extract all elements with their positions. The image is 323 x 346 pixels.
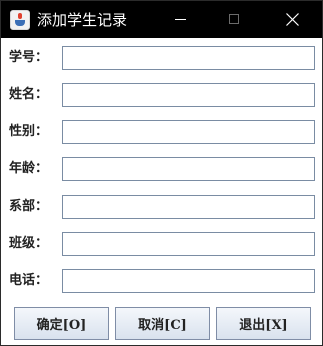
- age-field[interactable]: [62, 157, 315, 181]
- student-id-label: 学号：: [9, 50, 49, 65]
- form-row-age: 年龄：: [1, 157, 322, 181]
- minimize-button[interactable]: [156, 1, 204, 38]
- minimize-icon: [175, 19, 186, 20]
- form-row-student-id: 学号：: [1, 46, 322, 70]
- title-bar[interactable]: 添加学生记录: [1, 1, 322, 38]
- ok-button[interactable]: 确定[O]: [14, 307, 109, 340]
- close-button[interactable]: [268, 1, 316, 38]
- age-label: 年龄：: [9, 161, 49, 176]
- name-field[interactable]: [62, 83, 315, 107]
- department-field[interactable]: [62, 195, 315, 219]
- form-row-department: 系部：: [1, 195, 322, 219]
- close-icon: [286, 13, 299, 26]
- gender-label: 性别：: [9, 124, 49, 139]
- java-cup-icon: [10, 10, 30, 30]
- cancel-button[interactable]: 取消[C]: [115, 307, 210, 340]
- form-row-name: 姓名：: [1, 83, 322, 107]
- class-field[interactable]: [62, 232, 315, 256]
- maximize-button[interactable]: [211, 1, 259, 38]
- student-id-field[interactable]: [62, 46, 315, 70]
- department-label: 系部：: [9, 199, 49, 214]
- phone-field[interactable]: [62, 269, 315, 293]
- dialog-window: 添加学生记录 学号： 姓名： 性别： 年龄： 系部： 班级： 电话： 确定[O]…: [0, 0, 323, 346]
- phone-label: 电话：: [9, 273, 49, 288]
- exit-button[interactable]: 退出[X]: [216, 307, 311, 340]
- form-row-phone: 电话：: [1, 269, 322, 293]
- form-row-gender: 性别：: [1, 120, 322, 144]
- name-label: 姓名：: [9, 87, 49, 102]
- maximize-icon: [229, 14, 239, 24]
- form-row-class: 班级：: [1, 232, 322, 256]
- gender-field[interactable]: [62, 120, 315, 144]
- window-title: 添加学生记录: [37, 11, 128, 29]
- class-label: 班级：: [9, 236, 49, 251]
